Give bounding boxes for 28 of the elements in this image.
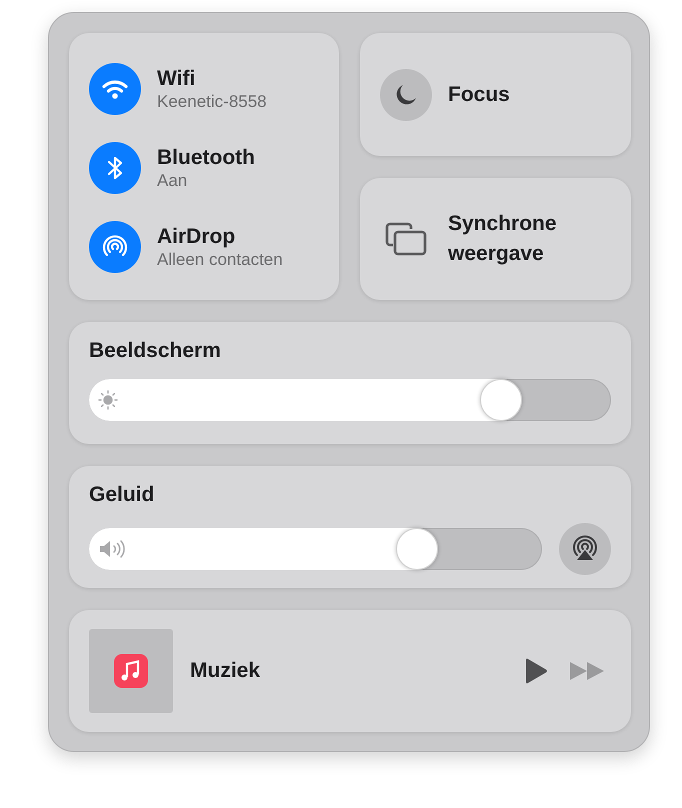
brightness-slider[interactable] [89,379,611,421]
volume-slider[interactable] [89,528,542,570]
track-title: Muziek [190,659,262,683]
section-title: Geluid [89,482,156,508]
toggle-status: Aan [157,170,188,192]
slider-thumb[interactable] [480,379,522,421]
music-app-icon [114,654,148,688]
toggle-title: Bluetooth [157,144,255,170]
airplay-icon [571,535,599,563]
section-title: Beeldscherm [89,338,222,364]
airplay-button[interactable] [559,523,611,575]
wifi-toggle[interactable] [89,63,141,115]
brightness-icon [98,390,118,410]
bluetooth-toggle[interactable] [89,142,141,194]
bluetooth-icon [107,155,123,181]
screen-mirroring-icon [385,222,427,256]
moon-icon [394,82,418,106]
toggle-status: Keenetic-8558 [157,90,267,112]
toggle-title: AirDrop [157,224,236,248]
tile-label: Synchrone weergave [448,211,558,267]
wifi-icon [101,78,129,100]
focus-toggle[interactable] [380,68,432,120]
airdrop-toggle[interactable] [89,221,141,273]
toggle-title: Wifi [157,66,196,90]
speaker-icon [98,539,128,559]
tile-label: Focus [448,82,510,108]
play-button[interactable] [523,657,549,685]
toggle-status: Alleen contacten [157,248,283,270]
